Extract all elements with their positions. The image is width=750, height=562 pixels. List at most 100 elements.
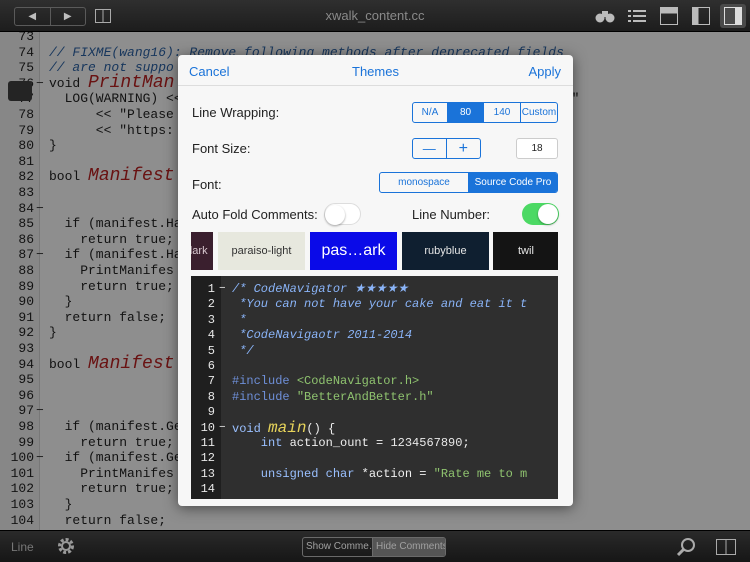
code-token: "BetterAndBetter.h" bbox=[296, 389, 434, 404]
preview-line: 2 *You can not have your cake and eat it… bbox=[191, 297, 558, 312]
comments-toggle: Show Comme… Hide Comments bbox=[302, 537, 446, 557]
theme-name: paraiso-light bbox=[231, 245, 292, 257]
theme-option[interactable]: paraiso-light bbox=[218, 232, 305, 270]
preview-line: 10− void main() { bbox=[191, 418, 558, 437]
switch-knob bbox=[325, 205, 345, 225]
preview-line: 6 bbox=[191, 359, 558, 374]
preview-line: 9 bbox=[191, 405, 558, 420]
theme-name: o-dark bbox=[191, 245, 208, 257]
font-size-value[interactable]: 18 bbox=[516, 138, 558, 159]
wrap-option-140[interactable]: 140 bbox=[484, 103, 521, 122]
preview-code: void main() { bbox=[232, 418, 336, 437]
code-token: /* CodeNavigator ★★★★★ bbox=[232, 282, 409, 296]
preview-line-number: 8 bbox=[207, 389, 215, 404]
code-token: *action = bbox=[361, 466, 434, 481]
preview-line: 1−/* CodeNavigator ★★★★★ bbox=[191, 282, 558, 297]
preview-line: 13 unsigned char *action = "Rate me to m bbox=[191, 467, 558, 482]
navigation-segment: ◀ ▶ bbox=[14, 7, 86, 26]
split-vertical-icon[interactable] bbox=[688, 4, 714, 28]
preview-line-number: 6 bbox=[207, 359, 215, 373]
split-horizontal-icon[interactable] bbox=[656, 4, 682, 28]
panel-icon[interactable] bbox=[720, 4, 746, 28]
auto-fold-comments-label: Auto Fold Comments: bbox=[192, 207, 318, 222]
code-token: action_ount = bbox=[289, 436, 391, 450]
forward-button[interactable]: ▶ bbox=[51, 8, 86, 25]
code-token: <CodeNavigator.h> bbox=[296, 374, 420, 389]
font-option-source-code-pro[interactable]: Source Code Pro bbox=[469, 173, 557, 192]
show-comments-button[interactable]: Show Comme… bbox=[303, 538, 373, 556]
gear-icon[interactable] bbox=[56, 536, 76, 556]
binoculars-icon[interactable] bbox=[592, 4, 618, 28]
code-token: * bbox=[232, 312, 247, 327]
book-icon[interactable] bbox=[716, 539, 736, 555]
switch-knob bbox=[538, 204, 558, 224]
line-number-switch[interactable] bbox=[522, 203, 559, 225]
preview-line-number: 10 bbox=[200, 420, 215, 435]
dialog-header: Themes Cancel Apply bbox=[178, 55, 573, 86]
themes-dialog: Themes Cancel Apply Line Wrapping: N/A 8… bbox=[178, 55, 573, 506]
theme-name: twil bbox=[518, 245, 534, 257]
code-token: void bbox=[232, 421, 269, 436]
code-token: unsigned char bbox=[232, 466, 362, 481]
code-token: 1234567890 bbox=[390, 436, 463, 450]
bottom-toolbar: Line Show Comme… Hide Comments bbox=[0, 530, 750, 562]
line-wrapping-segment: N/A 80 140 Custom bbox=[412, 102, 558, 123]
code-token: *CodeNavigaotr 2011-2014 bbox=[232, 328, 413, 343]
code-token: int bbox=[232, 436, 290, 450]
auto-fold-comments-switch[interactable] bbox=[324, 203, 361, 225]
apply-button[interactable]: Apply bbox=[528, 64, 561, 79]
theme-name: pas…ark bbox=[321, 242, 386, 259]
theme-option[interactable]: twil bbox=[493, 232, 558, 270]
theme-option[interactable]: rubyblue bbox=[402, 232, 489, 270]
preview-line-number: 3 bbox=[207, 312, 215, 327]
code-token: */ bbox=[232, 343, 254, 358]
wrap-option-na[interactable]: N/A bbox=[413, 103, 448, 122]
code-token: ; bbox=[462, 436, 470, 450]
font-segment: monospace Source Code Pro bbox=[379, 172, 558, 193]
font-size-label: Font Size: bbox=[192, 141, 251, 156]
cancel-button[interactable]: Cancel bbox=[189, 64, 229, 79]
theme-name: rubyblue bbox=[424, 245, 467, 257]
back-button[interactable]: ◀ bbox=[15, 8, 51, 25]
code-token: () { bbox=[306, 421, 336, 436]
font-size-decrease-button[interactable]: — bbox=[413, 139, 447, 158]
preview-line: 5 */ bbox=[191, 344, 558, 359]
preview-line-number: 5 bbox=[207, 343, 215, 358]
code-token: #include bbox=[232, 389, 297, 404]
preview-code: *You can not have your cake and eat it t bbox=[232, 297, 527, 312]
preview-line: 4 *CodeNavigaotr 2011-2014 bbox=[191, 328, 558, 343]
code-token: *You can not have your cake and eat it t bbox=[232, 297, 528, 312]
book-icon[interactable] bbox=[95, 9, 111, 23]
preview-line: 11 int action_ount = 1234567890; bbox=[191, 436, 558, 451]
code-token: main bbox=[268, 418, 307, 437]
line-number-label: Line Number: bbox=[412, 207, 491, 222]
fold-marker: − bbox=[219, 421, 226, 434]
preview-line-number: 7 bbox=[207, 374, 215, 389]
preview-code: *CodeNavigaotr 2011-2014 bbox=[232, 328, 412, 343]
search-icon[interactable] bbox=[676, 537, 696, 557]
wrap-option-custom[interactable]: Custom bbox=[521, 103, 557, 122]
preview-line: 8 #include "BetterAndBetter.h" bbox=[191, 390, 558, 405]
preview-line-number: 4 bbox=[207, 328, 215, 343]
preview-line: 3 * bbox=[191, 313, 558, 328]
line-label[interactable]: Line bbox=[11, 540, 34, 554]
top-toolbar: ◀ ▶ xwalk_content.cc bbox=[0, 0, 750, 32]
font-size-increase-button[interactable]: + bbox=[447, 139, 481, 158]
preview-code: #include <CodeNavigator.h> bbox=[232, 374, 419, 389]
code-token: #include bbox=[232, 374, 297, 389]
list-icon[interactable] bbox=[624, 4, 650, 28]
preview-code: #include "BetterAndBetter.h" bbox=[232, 390, 434, 405]
preview-code: * bbox=[232, 313, 246, 328]
font-label: Font: bbox=[192, 177, 222, 192]
theme-strip[interactable]: o-dark paraiso-light pas…ark rubyblue tw… bbox=[191, 232, 558, 270]
preview-line-number: 13 bbox=[200, 466, 215, 481]
hide-comments-button[interactable]: Hide Comments bbox=[373, 538, 445, 556]
preview-line-number: 14 bbox=[200, 482, 215, 497]
font-option-monospace[interactable]: monospace bbox=[380, 173, 469, 192]
preview-code: */ bbox=[232, 343, 254, 359]
theme-option[interactable]: o-dark bbox=[191, 232, 213, 270]
preview-line: 12 bbox=[191, 451, 558, 466]
wrap-option-80[interactable]: 80 bbox=[448, 103, 484, 122]
preview-code: int action_ount = 1234567890; bbox=[232, 436, 470, 451]
theme-option-selected[interactable]: pas…ark bbox=[310, 232, 397, 270]
